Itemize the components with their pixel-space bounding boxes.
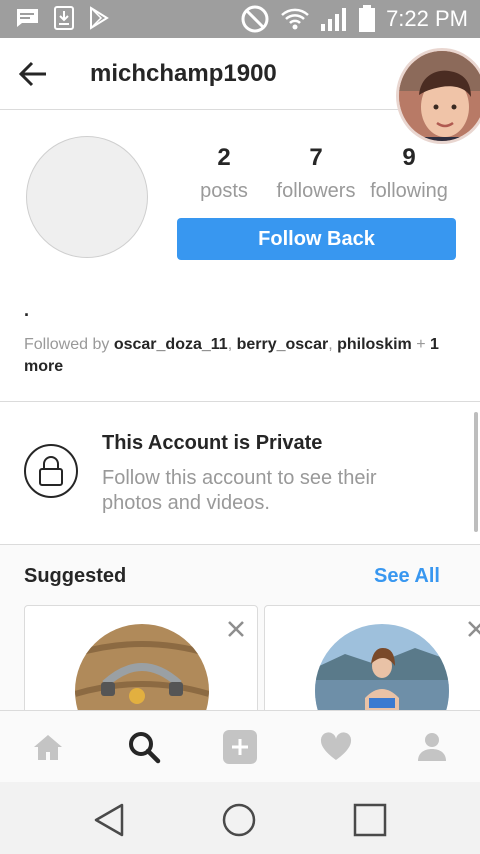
suggested-title: Suggested [24, 565, 127, 587]
face-photo-icon [399, 51, 480, 141]
wifi-icon [281, 8, 309, 30]
followed-by-plus: + [411, 336, 431, 353]
posts-count: 2 [217, 144, 231, 171]
bottom-tab-bar [0, 710, 480, 782]
status-bar: 7:22 PM [0, 0, 480, 38]
profile-bio: . [24, 300, 30, 320]
search-icon [129, 732, 161, 764]
profile-picture [26, 136, 148, 258]
profile-person-icon [418, 733, 446, 761]
posts-label: posts [200, 180, 248, 202]
private-account-title: This Account is Private [102, 432, 323, 454]
section-divider [0, 401, 480, 402]
nav-home-circle-icon[interactable] [219, 800, 259, 840]
chat-head-avatar[interactable] [396, 48, 480, 144]
tab-home[interactable] [28, 729, 68, 765]
following-label: following [370, 180, 448, 202]
add-post-icon [223, 730, 257, 764]
followers-stat[interactable]: 7 followers [266, 144, 366, 203]
tab-new-post[interactable] [220, 729, 260, 765]
profile-username-title: michchamp1900 [90, 60, 277, 87]
wood-bracelet-photo-icon [75, 624, 209, 714]
suggested-user-card[interactable] [264, 605, 480, 714]
followed-by-prefix: Followed by [24, 336, 114, 353]
dismiss-close-icon[interactable] [465, 618, 480, 640]
suggested-user-avatar[interactable] [75, 624, 209, 714]
home-icon [34, 735, 62, 760]
followed-by-user-link[interactable]: berry_oscar [237, 336, 329, 353]
nav-recents-square-icon[interactable] [350, 800, 390, 840]
follow-back-button[interactable]: Follow Back [177, 218, 456, 260]
status-time: 7:22 PM [386, 6, 468, 31]
suggested-section: Suggested See All [0, 544, 480, 714]
nav-back-triangle-icon[interactable] [90, 800, 130, 840]
followed-by-separator: , [328, 336, 338, 353]
tab-search[interactable] [124, 729, 164, 765]
scrollbar[interactable] [474, 412, 478, 532]
followed-by-user-link[interactable]: philoskim [337, 336, 412, 353]
play-store-notification-icon [90, 6, 109, 30]
following-count: 9 [402, 144, 416, 171]
tab-profile[interactable] [412, 729, 452, 765]
back-arrow-icon[interactable] [16, 58, 52, 90]
message-notification-icon [16, 9, 38, 27]
download-notification-icon [54, 6, 74, 30]
lock-circle [24, 444, 78, 498]
do-not-disturb-icon [241, 5, 269, 33]
followers-label: followers [276, 180, 356, 202]
followers-count: 7 [309, 144, 323, 171]
lake-photo-icon [315, 624, 449, 714]
tab-activity[interactable] [316, 729, 356, 765]
followed-by-user-link[interactable]: oscar_doza_11 [114, 336, 228, 353]
suggested-user-card[interactable] [24, 605, 258, 714]
signal-icon [321, 8, 347, 31]
posts-stat[interactable]: 2 posts [174, 144, 274, 203]
battery-icon [359, 5, 376, 32]
heart-icon [320, 732, 352, 760]
private-account-subtitle: Follow this account to see their photos … [102, 467, 377, 514]
lock-icon [39, 456, 63, 486]
suggested-user-avatar[interactable] [315, 624, 449, 714]
following-stat[interactable]: 9 following [359, 144, 459, 203]
see-all-link[interactable]: See All [374, 565, 440, 588]
dismiss-close-icon[interactable] [225, 618, 247, 640]
followed-by-text: Followed by oscar_doza_11, berry_oscar, … [24, 334, 464, 378]
system-navigation-bar [0, 782, 480, 854]
followed-by-separator: , [227, 336, 237, 353]
